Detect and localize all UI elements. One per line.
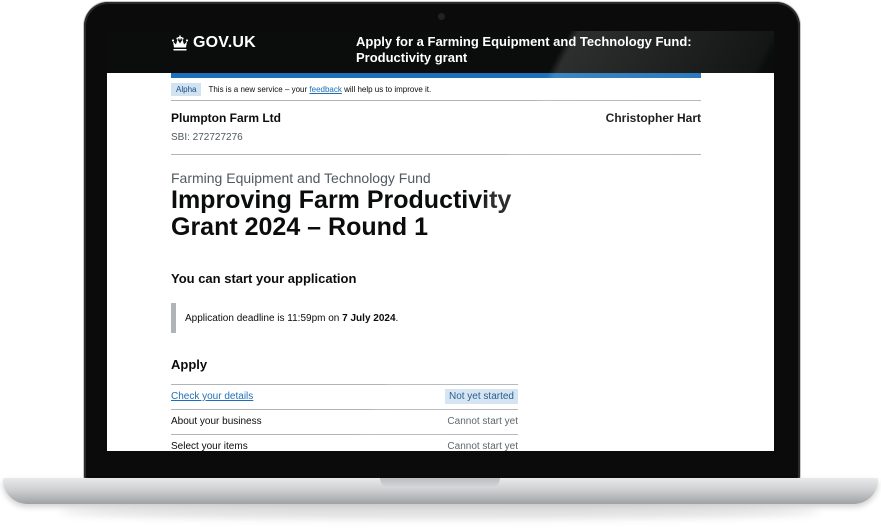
organisation-header: Plumpton Farm Ltd SBI: 272727276 Christo… [171, 101, 701, 155]
task-list: Check your details Not yet started About… [171, 384, 518, 451]
task-row-check-details: Check your details Not yet started [171, 385, 518, 410]
task-status: Cannot start yet [447, 416, 518, 427]
feedback-link[interactable]: feedback [309, 85, 341, 94]
service-name-link[interactable]: Apply for a Farming Equipment and Techno… [356, 34, 696, 66]
task-status-tag: Not yet started [444, 389, 518, 404]
task-status: Cannot start yet [447, 441, 518, 451]
phase-banner-text-before: This is a new service – your [208, 84, 308, 94]
phase-banner: Alpha This is a new service – your feedb… [171, 78, 701, 101]
crown-icon [171, 35, 189, 51]
task-row-select-items: Select your items Cannot start yet [171, 435, 518, 451]
task-name-about-business: About your business [171, 416, 262, 427]
organisation-name: Plumpton Farm Ltd [171, 111, 281, 125]
phase-tag: Alpha [171, 82, 202, 96]
browser-viewport: GOV.UK Apply for a Farming Equipment and… [107, 31, 774, 451]
laptop-notch [380, 478, 500, 488]
page-title: Improving Farm Productivity Grant 2024 –… [171, 186, 512, 241]
laptop-camera [438, 13, 445, 20]
phase-banner-text-after: will help us to improve it. [344, 84, 432, 94]
deadline-text-prefix: Application deadline is 11:59pm on [185, 312, 340, 324]
deadline-inset: Application deadline is 11:59pm on 7 Jul… [171, 303, 525, 333]
task-link-check-details[interactable]: Check your details [171, 391, 253, 402]
task-row-about-business: About your business Cannot start yet [171, 410, 518, 435]
sbi-number: SBI: 272727276 [171, 132, 243, 143]
gov-header: GOV.UK Apply for a Farming Equipment and… [107, 31, 774, 73]
laptop-shadow [60, 505, 820, 519]
govuk-logo-text: GOV.UK [193, 34, 256, 51]
task-name-select-items: Select your items [171, 441, 248, 451]
apply-heading: Apply [171, 357, 208, 372]
user-name: Christopher Hart [605, 111, 701, 125]
deadline-end: . [395, 312, 399, 324]
deadline-text: Application deadline is 11:59pm on 7 Jul… [185, 313, 398, 324]
page-caption: Farming Equipment and Technology Fund [171, 170, 431, 186]
start-heading: You can start your application [171, 271, 357, 286]
deadline-date: 7 July 2024 [342, 312, 396, 324]
main-content: Alpha This is a new service – your feedb… [171, 78, 701, 451]
phase-banner-text: This is a new service – your feedback wi… [208, 85, 431, 94]
govuk-logo-link[interactable]: GOV.UK [171, 34, 256, 52]
